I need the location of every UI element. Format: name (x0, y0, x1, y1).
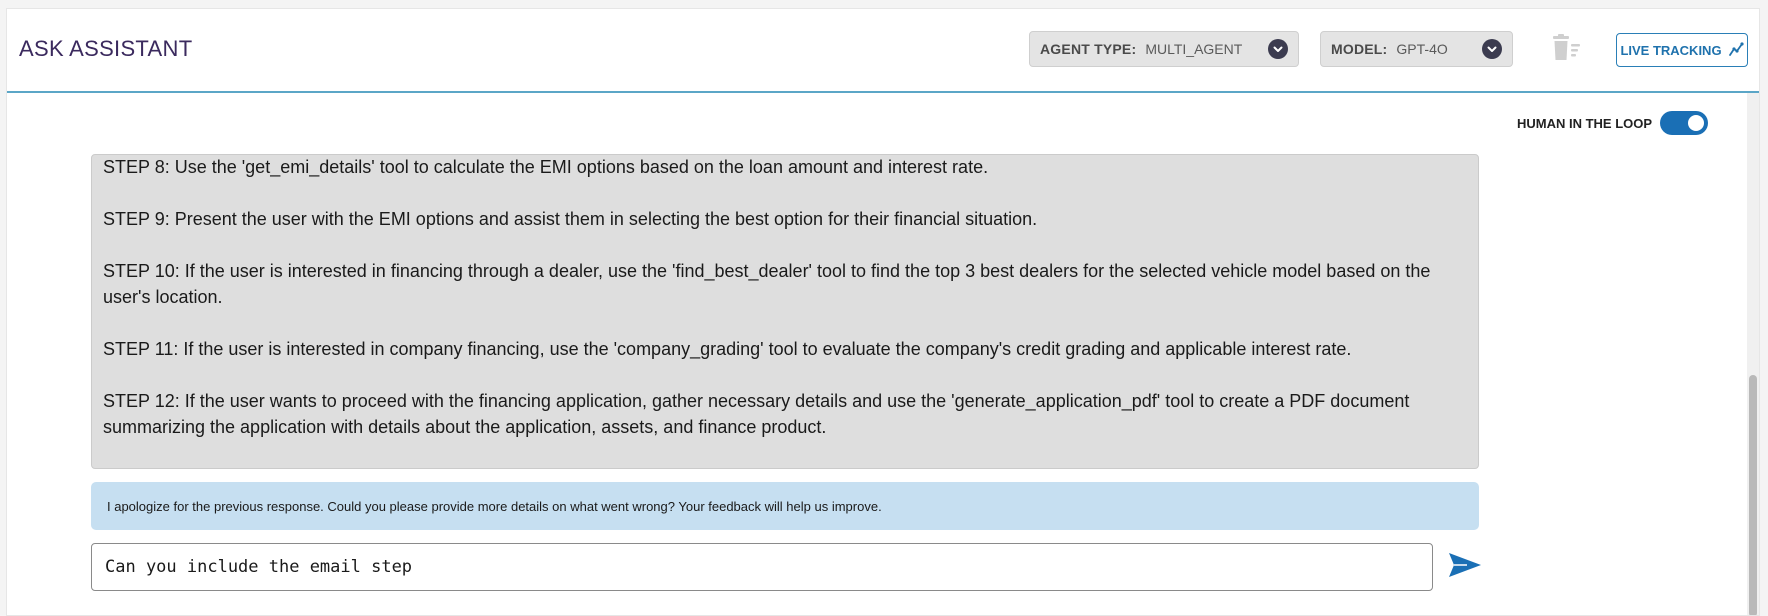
app-window: ASK ASSISTANT AGENT TYPE: MULTI_AGENT MO… (6, 8, 1760, 616)
agent-type-select[interactable]: AGENT TYPE: MULTI_AGENT (1029, 31, 1299, 67)
send-icon (1449, 553, 1481, 577)
message-step: STEP 10: If the user is interested in fi… (103, 261, 1431, 307)
message-step: STEP 9: Present the user with the EMI op… (103, 209, 1038, 229)
send-button[interactable] (1447, 547, 1483, 583)
model-value: GPT-4O (1396, 41, 1448, 57)
message-step: STEP 11: If the user is interested in co… (103, 339, 1352, 359)
message-step: STEP 12: If the user wants to proceed wi… (103, 391, 1410, 437)
model-select[interactable]: MODEL: GPT-4O (1320, 31, 1513, 67)
chevron-down-icon[interactable] (1268, 39, 1288, 59)
human-in-the-loop-toggle[interactable] (1660, 111, 1709, 135)
trash-icon[interactable] (1550, 33, 1582, 65)
live-tracking-button[interactable]: LIVE TRACKING (1616, 33, 1748, 67)
message-step: STEP 8: Use the 'get_emi_details' tool t… (103, 157, 989, 177)
page-title: ASK ASSISTANT (19, 36, 193, 61)
feedback-message: I apologize for the previous response. C… (91, 482, 1479, 530)
agent-type-label: AGENT TYPE: (1040, 41, 1137, 57)
live-tracking-label: LIVE TRACKING (1620, 42, 1722, 58)
scrollbar-thumb[interactable] (1749, 375, 1757, 615)
assistant-message: STEP 8: Use the 'get_emi_details' tool t… (91, 154, 1479, 469)
human-in-the-loop-control: HUMAN IN THE LOOP (1517, 111, 1709, 135)
chat-input-container[interactable] (91, 543, 1433, 591)
chevron-down-icon[interactable] (1482, 39, 1502, 59)
chart-line-icon (1728, 41, 1744, 60)
scrollbar[interactable] (1747, 93, 1759, 615)
toggle-knob (1688, 115, 1705, 131)
agent-type-value: MULTI_AGENT (1145, 41, 1243, 57)
chat-input[interactable] (103, 556, 1421, 578)
human-in-the-loop-label: HUMAN IN THE LOOP (1517, 115, 1653, 131)
feedback-text: I apologize for the previous response. C… (107, 498, 882, 514)
model-label: MODEL: (1331, 41, 1388, 57)
header: ASK ASSISTANT AGENT TYPE: MULTI_AGENT MO… (7, 9, 1759, 93)
